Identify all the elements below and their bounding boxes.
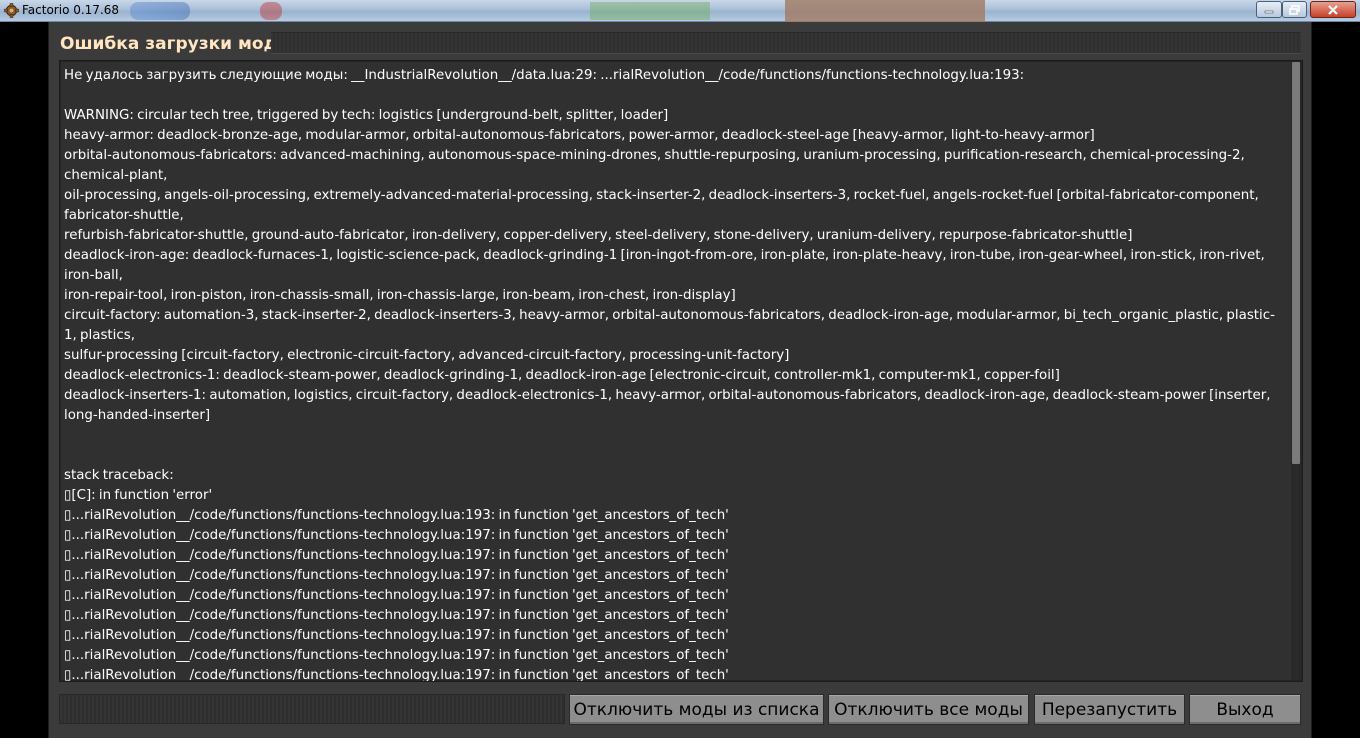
error-text-line: WARNING: circular tech tree, triggered b… (64, 108, 669, 123)
error-text-line: deadlock-inserters-1: automation, logist… (64, 388, 1271, 403)
background-taskbar-ghost (260, 2, 282, 20)
dialog-title: Ошибка загрузки модов (60, 34, 300, 54)
close-icon (1328, 4, 1338, 15)
error-text-line: ▯...rialRevolution__/code/functions/func… (64, 608, 729, 623)
restart-button[interactable]: Перезапустить (1034, 694, 1185, 725)
background-taskbar-ghost (785, 0, 985, 22)
title-bar-drag-area[interactable] (271, 32, 1301, 54)
error-text-line (64, 426, 1286, 446)
close-window-button[interactable] (1310, 1, 1356, 18)
error-text-line: heavy-armor: deadlock-bronze-age, modula… (64, 128, 1095, 143)
error-text-line: ▯...rialRevolution__/code/functions/func… (64, 528, 729, 543)
error-text-line: ▯...rialRevolution__/code/functions/func… (64, 548, 729, 563)
error-text-line (64, 446, 1286, 466)
error-message-textbox[interactable]: Не удалось загрузить следующие моды: __I… (59, 60, 1303, 682)
error-text-line: stack traceback: (64, 468, 174, 483)
error-text-line: refurbish-fabricator-shuttle, ground-aut… (64, 228, 1133, 243)
error-text-line: ▯...rialRevolution__/code/functions/func… (64, 628, 729, 643)
exit-button[interactable]: Выход (1189, 694, 1301, 725)
background-taskbar-ghost (590, 2, 710, 20)
error-text-line: ▯...rialRevolution__/code/functions/func… (64, 668, 729, 682)
factorio-gear-icon (4, 3, 19, 18)
error-message-text: Не удалось загрузить следующие моды: __I… (64, 66, 1286, 682)
error-text-line: long-handed-inserter] (64, 408, 211, 423)
background-area (0, 22, 48, 738)
background-taskbar-ghost (130, 2, 190, 20)
error-text-line (64, 86, 1286, 106)
error-text-line: oil-processing, angels-oil-processing, e… (64, 188, 1263, 223)
error-text-line: sulfur-processing [circuit-factory, elec… (64, 348, 790, 363)
error-text-line: ▯[C]: in function 'error' (64, 488, 213, 503)
error-text-line: circuit-factory: automation-3, stack-ins… (64, 308, 1275, 343)
disable-listed-mods-button[interactable]: Отключить моды из списка (569, 694, 824, 725)
window-title-bar: Factorio 0.17.68 (0, 0, 1360, 22)
restore-icon (1289, 4, 1300, 15)
error-text-line: orbital-autonomous-fabricators: advanced… (64, 148, 1248, 183)
vertical-scrollbar[interactable] (1291, 62, 1301, 680)
error-text-line: iron-repair-tool, iron-piston, iron-chas… (64, 288, 736, 303)
minimize-icon (1264, 10, 1274, 13)
window-title: Factorio 0.17.68 (22, 3, 120, 17)
scrollbar-thumb[interactable] (1292, 62, 1300, 464)
bottom-drag-area (59, 694, 565, 724)
error-text-line: deadlock-iron-age: deadlock-furnaces-1, … (64, 248, 1268, 283)
minimize-button[interactable] (1256, 1, 1282, 18)
mod-load-error-dialog: Ошибка загрузки модов Не удалось загрузи… (48, 22, 1312, 738)
error-text-line: deadlock-electronics-1: deadlock-steam-p… (64, 368, 1060, 383)
error-text-line: ▯...rialRevolution__/code/functions/func… (64, 648, 729, 663)
error-text-line: ▯...rialRevolution__/code/functions/func… (64, 568, 729, 583)
error-text-line: ▯...rialRevolution__/code/functions/func… (64, 588, 729, 603)
error-text-line: Не удалось загрузить следующие моды: __I… (64, 68, 1025, 83)
error-text-line: ▯...rialRevolution__/code/functions/func… (64, 508, 729, 523)
maximize-button[interactable] (1282, 1, 1307, 18)
disable-all-mods-button[interactable]: Отключить все моды (828, 694, 1029, 725)
